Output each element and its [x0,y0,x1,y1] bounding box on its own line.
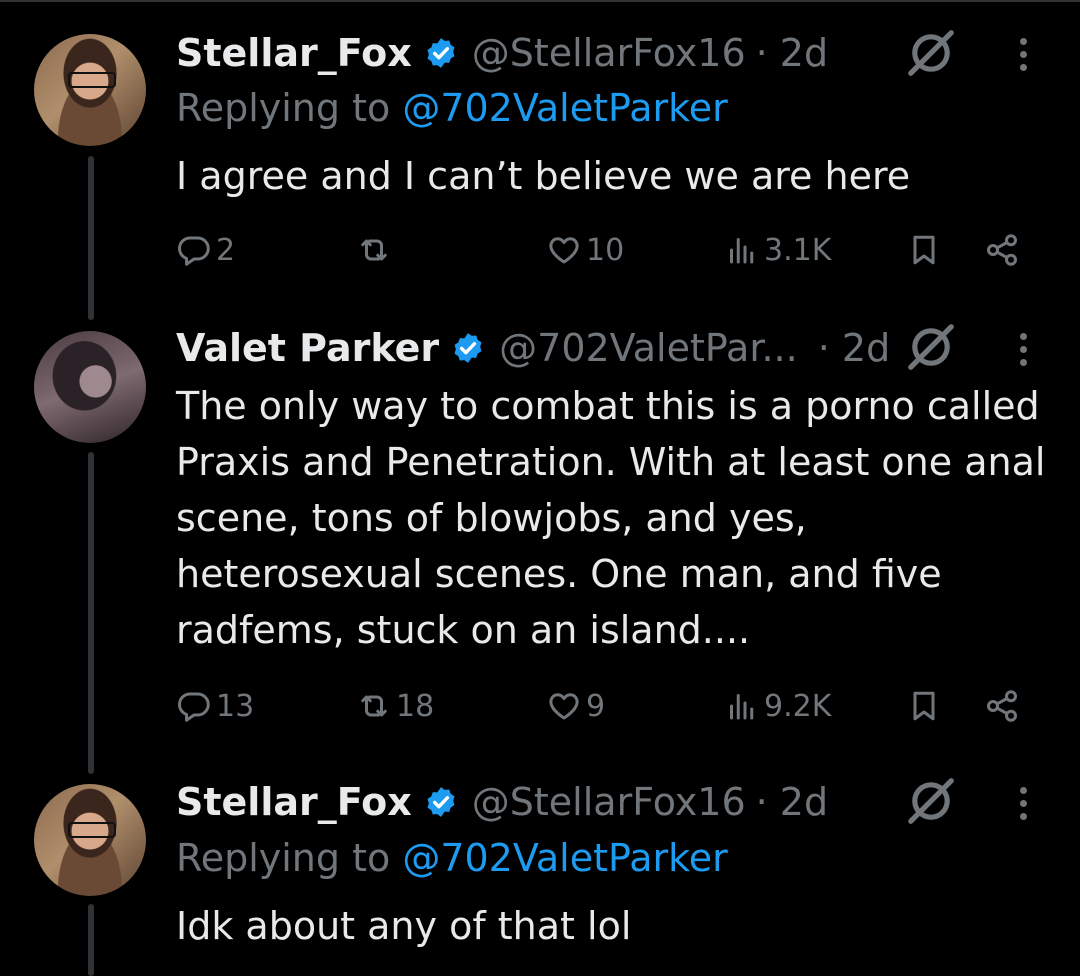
like-icon [549,237,579,264]
thread-line [88,452,94,774]
bookmark-icon [913,691,935,721]
author-handle[interactable]: @StellarFox16 [472,780,746,824]
like-icon [549,693,579,720]
avatar[interactable] [34,784,146,896]
share-button[interactable] [984,686,1020,726]
author-name[interactable]: Valet Parker [176,326,439,370]
top-divider [0,0,1080,2]
tweet-text: I agree and I can’t believe we are here [176,154,911,198]
author-handle[interactable]: @StellarFox16 [472,31,746,75]
views-button[interactable]: 9.2K [724,686,831,726]
more-icon[interactable] [1016,38,1030,78]
reply-to-link[interactable]: @702ValetParker [402,836,727,880]
share-icon [987,234,1017,266]
bookmark-button[interactable] [906,230,942,270]
reply-prefix: Replying to [176,836,403,880]
avatar[interactable] [34,34,146,146]
more-icon[interactable] [1016,333,1030,373]
grok-icon[interactable] [904,26,958,80]
tweet-text: The only way to combat this is a porno c… [176,384,1046,652]
views-count: 9.2K [764,688,832,724]
like-button[interactable]: 10 [546,230,624,270]
bookmark-button[interactable] [906,686,942,726]
reply-icon [178,692,210,722]
thread-line [88,156,94,320]
avatar[interactable] [34,331,146,443]
reply-button[interactable]: 2 [176,230,235,270]
reply-prefix: Replying to [176,86,403,130]
author-handle[interactable]: @702ValetPar... [499,326,798,370]
reply-button[interactable]: 13 [176,686,254,726]
share-icon [987,690,1017,722]
more-icon[interactable] [1016,787,1030,827]
author-name[interactable]: Stellar_Fox [176,31,412,75]
verified-badge-icon [427,787,455,817]
grok-icon[interactable] [904,774,958,828]
replying-to: Replying to @702ValetParker [176,86,728,130]
author-name[interactable]: Stellar_Fox [176,780,412,824]
timestamp[interactable]: · 2d [756,780,828,824]
thread-line [88,904,94,976]
views-count: 3.1K [764,232,832,268]
views-button[interactable]: 3.1K [724,230,831,270]
verified-badge-icon [454,333,482,363]
repost-button[interactable] [356,230,396,270]
reply-count: 2 [216,232,236,268]
action-bar: 13 18 9 9.2K [176,686,1036,726]
repost-button[interactable]: 18 [356,686,434,726]
repost-count: 18 [396,688,435,724]
grok-icon[interactable] [904,320,958,374]
timestamp[interactable]: · 2d [756,31,828,75]
repost-icon [361,239,387,261]
action-bar: 2 10 3.1K [176,230,1036,270]
views-icon [730,238,754,264]
share-button[interactable] [984,230,1020,270]
tweet-text: Idk about any of that lol [176,904,632,948]
like-button[interactable]: 9 [546,686,605,726]
reply-to-link[interactable]: @702ValetParker [402,86,727,130]
bookmark-icon [913,235,935,265]
like-count: 10 [586,232,625,268]
verified-badge-icon [427,38,455,68]
views-icon [730,694,754,720]
like-count: 9 [586,688,606,724]
timestamp[interactable]: · 2d [818,326,890,370]
reply-count: 13 [216,688,255,724]
replying-to: Replying to @702ValetParker [176,836,728,880]
reply-icon [178,236,210,266]
repost-icon [361,695,387,717]
